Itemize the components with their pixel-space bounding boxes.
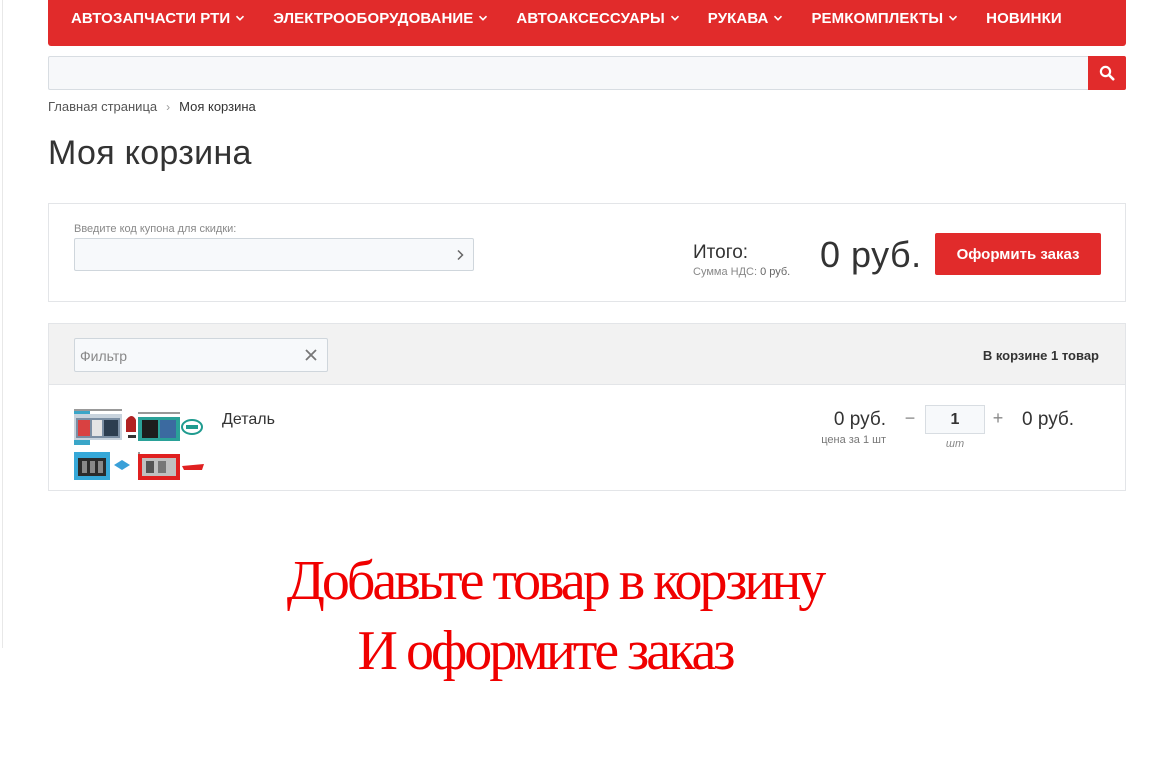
unit-price-note: цена за 1 шт [821, 434, 886, 446]
nav-item-label: АВТОЗАПЧАСТИ РТИ [71, 9, 231, 27]
nav-item-new[interactable]: НОВИНКИ [986, 0, 1062, 36]
filter-input[interactable]: Фильтр [74, 338, 328, 372]
quantity-increase-button[interactable]: + [990, 408, 1006, 429]
quantity-unit: шт [945, 438, 965, 450]
search-input[interactable] [48, 56, 1088, 90]
search-button[interactable] [1088, 56, 1126, 90]
chevron-right-icon[interactable] [455, 249, 465, 261]
item-name-link[interactable]: Деталь [222, 411, 275, 429]
nav-item-electrical[interactable]: ЭЛЕКТРООБОРУДОВАНИЕ [273, 0, 488, 36]
close-icon[interactable] [304, 348, 318, 362]
search-bar [48, 56, 1126, 90]
nav-item-hoses[interactable]: РУКАВА [708, 0, 784, 36]
cart-panel: Фильтр В корзине 1 товар Деталь 0 руб. ц… [48, 323, 1126, 491]
nav-item-label: АВТОАКСЕССУАРЫ [516, 9, 665, 27]
checkout-button[interactable]: Оформить заказ [935, 233, 1101, 275]
order-summary-panel: Введите код купона для скидки: Итого: Су… [48, 203, 1126, 302]
vat-value: 0 руб. [760, 266, 791, 278]
page-left-border [2, 0, 3, 648]
promo-line-2: И оформите заказ [357, 620, 736, 682]
product-image[interactable] [74, 408, 206, 482]
chevron-down-icon [774, 15, 783, 21]
unit-price: 0 руб. [833, 409, 886, 430]
vat-label: Сумма НДС: 0 руб. [693, 266, 790, 278]
nav-item-label: ЭЛЕКТРООБОРУДОВАНИЕ [273, 9, 474, 27]
search-icon [1099, 65, 1115, 81]
nav-item-label: РЕМКОМПЛЕКТЫ [811, 9, 944, 27]
top-nav: АВТОЗАПЧАСТИ РТИ ЭЛЕКТРООБОРУДОВАНИЕ АВТ… [48, 0, 1126, 46]
chevron-down-icon [949, 15, 958, 21]
nav-item-auto-parts[interactable]: АВТОЗАПЧАСТИ РТИ [71, 0, 245, 36]
cart-item-row: Деталь 0 руб. цена за 1 шт − 1 + шт 0 ру… [49, 386, 1125, 491]
promo-line-1: Добавьте товар в корзину [286, 550, 827, 612]
nav-item-repair-kits[interactable]: РЕМКОМПЛЕКТЫ [811, 0, 958, 36]
breadcrumb-home-link[interactable]: Главная страница [48, 99, 157, 114]
filter-placeholder: Фильтр [80, 348, 128, 364]
cart-header: Фильтр В корзине 1 товар [49, 324, 1125, 385]
chevron-down-icon [479, 15, 488, 21]
chevron-down-icon [670, 15, 679, 21]
page-title: Моя корзина [48, 134, 252, 172]
coupon-input[interactable] [74, 238, 474, 271]
quantity-decrease-button[interactable]: − [902, 408, 918, 429]
chevron-down-icon [236, 15, 245, 21]
vat-label-text: Сумма НДС: [693, 266, 758, 278]
nav-item-accessories[interactable]: АВТОАКСЕССУАРЫ [516, 0, 679, 36]
total-value: 0 руб. [820, 234, 922, 275]
quantity-input[interactable]: 1 [925, 405, 985, 434]
nav-item-label: НОВИНКИ [986, 9, 1062, 27]
line-total: 0 руб. [1022, 409, 1075, 430]
nav-item-label: РУКАВА [707, 9, 769, 27]
coupon-label: Введите код купона для скидки: [74, 223, 237, 235]
breadcrumb: Главная страница › Моя корзина [48, 99, 256, 114]
total-label: Итого: [693, 242, 749, 263]
cart-count: В корзине 1 товар [982, 348, 1099, 363]
chevron-right-icon: › [166, 99, 171, 114]
breadcrumb-current: Моя корзина [179, 99, 256, 114]
